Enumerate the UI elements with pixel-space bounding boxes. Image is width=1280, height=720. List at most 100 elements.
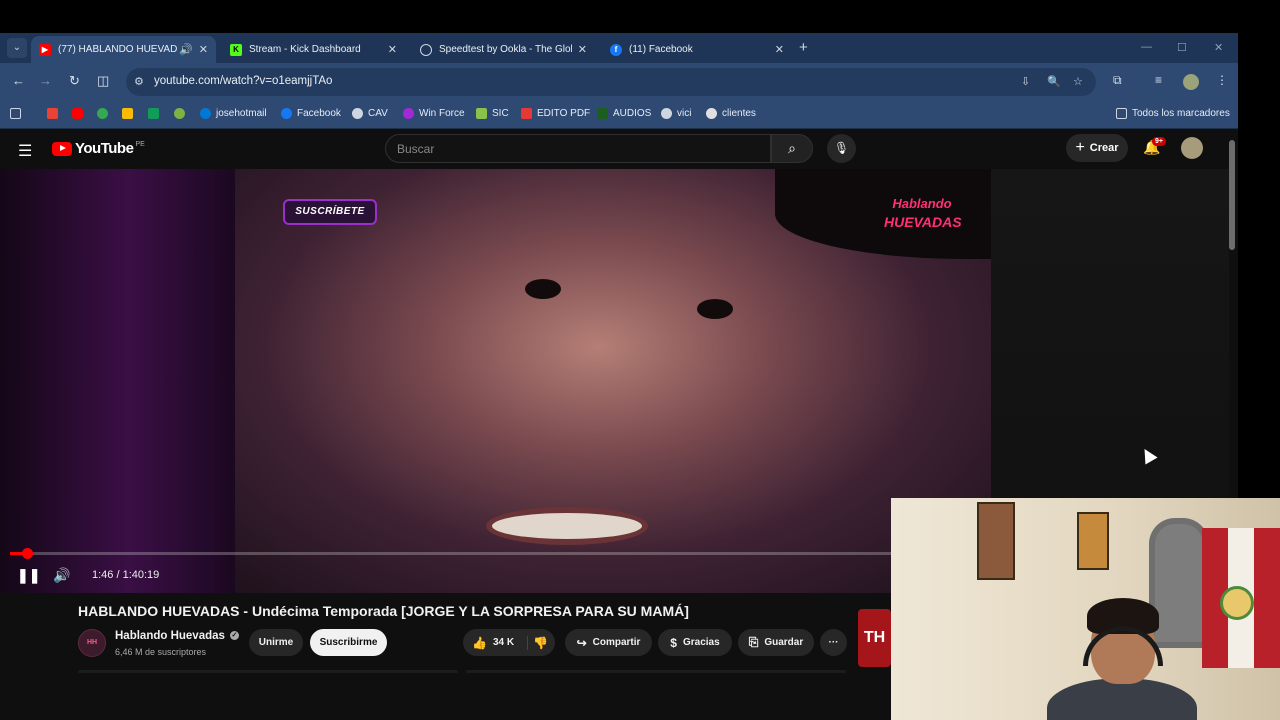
dislike-icon[interactable]: 👎 (533, 636, 548, 650)
close-tab-icon[interactable]: ✕ (199, 43, 208, 56)
search-box[interactable] (385, 134, 771, 163)
share-button[interactable]: ↪ Compartir (565, 629, 652, 656)
close-tab-icon[interactable]: ✕ (388, 43, 397, 56)
new-tab-icon[interactable]: + (799, 39, 808, 56)
extensions-icon[interactable]: ⧉ (1113, 73, 1122, 88)
check-icon[interactable] (174, 108, 185, 119)
bookmark-audios[interactable]: AUDIOS (597, 108, 651, 119)
subscriber-count: 6,46 M de suscriptores (115, 647, 207, 657)
video-right-eye (697, 299, 733, 319)
facebook-favicon-icon: f (610, 43, 622, 56)
video-left-panel (0, 169, 235, 593)
promo-thumbnail[interactable]: TH (858, 609, 891, 667)
tab-kick[interactable]: K Stream - Kick Dashboard ✕ (222, 36, 405, 63)
share-icon: ↪ (576, 635, 587, 650)
like-count[interactable]: 34 K (493, 637, 514, 648)
search-icon: ⌕ (788, 140, 796, 156)
pdf-icon (521, 108, 532, 119)
browser-menu-icon[interactable]: ⋮ (1216, 73, 1228, 87)
youtube-play-icon (52, 141, 72, 156)
join-button[interactable]: Unirme (249, 629, 303, 656)
video-player[interactable]: SUSCRÍBETE Hablando HUEVADAS ❚❚ 🔊 1:46 /… (0, 169, 991, 593)
youtube-bookmark-icon[interactable] (72, 108, 83, 119)
account-avatar[interactable] (1181, 137, 1203, 159)
bookmark-label: vici (677, 108, 692, 119)
youtube-logo[interactable]: YouTube PE (52, 140, 145, 157)
logo-text: YouTube (75, 140, 134, 157)
bookmark-star-icon[interactable]: ☆ (1073, 75, 1083, 88)
pause-icon[interactable]: ❚❚ (17, 567, 40, 584)
maximize-icon[interactable]: ☐ (1177, 41, 1187, 54)
forward-icon[interactable]: → (39, 73, 52, 88)
globe-icon (661, 108, 672, 119)
bookmark-edito-pdf[interactable]: EDITO PDF (521, 108, 590, 119)
search-input[interactable] (397, 142, 757, 156)
like-dislike-group: 👍 34 K 👎 (463, 629, 555, 656)
progress-scrubber[interactable] (22, 548, 33, 559)
bookmark-winforce[interactable]: Win Force (403, 108, 465, 119)
site-info-icon[interactable]: ⚙ (134, 75, 144, 88)
more-actions-button[interactable]: ··· (820, 629, 847, 656)
bookmark-cav[interactable]: CAV (352, 108, 388, 119)
url-text[interactable]: youtube.com/watch?v=o1eamjjTAo (154, 75, 332, 87)
close-window-icon[interactable]: ✕ (1214, 41, 1223, 54)
gmail-icon[interactable] (47, 108, 58, 119)
save-button[interactable]: ⎘ Guardar (738, 629, 814, 656)
tab-facebook[interactable]: f (11) Facebook ✕ (602, 36, 792, 63)
close-tab-icon[interactable]: ✕ (578, 43, 587, 56)
all-bookmarks[interactable]: Todos los marcadores (1116, 108, 1230, 119)
globe-icon (352, 108, 363, 119)
install-icon[interactable]: ⇩ (1021, 75, 1030, 88)
tab-speedtest[interactable]: Speedtest by Ookla - The Global ✕ (412, 36, 595, 63)
hamburger-menu-icon[interactable]: ☰ (18, 141, 32, 161)
bookmark-label: Facebook (297, 108, 341, 119)
tab-search-icon[interactable]: ⌄ (7, 38, 27, 58)
bookmark-label: EDITO PDF (537, 108, 591, 119)
sic-icon (476, 108, 487, 119)
bookmark-label: josehotmail (216, 108, 267, 119)
tab-youtube[interactable]: ▶ (77) HABLANDO HUEVADAS 🔊 ✕ (31, 36, 216, 63)
save-icon: ⎘ (748, 635, 759, 649)
voice-search-button[interactable]: 🎙 (827, 134, 856, 163)
video-left-eye (525, 279, 561, 299)
speaker-icon[interactable]: 🔊 (179, 43, 193, 56)
video-progress-bar[interactable] (10, 548, 980, 559)
photos-icon[interactable] (122, 108, 133, 119)
create-button[interactable]: + Crear (1066, 134, 1128, 162)
bookmark-facebook[interactable]: Facebook (281, 108, 341, 119)
bookmark-label: Todos los marcadores (1132, 108, 1230, 119)
whatsapp-icon (706, 108, 717, 119)
channel-avatar[interactable]: HH (78, 629, 106, 657)
maps-icon[interactable] (97, 108, 108, 119)
channel-name-link[interactable]: Hablando Huevadas ✓ (115, 630, 239, 642)
close-tab-icon[interactable]: ✕ (775, 43, 784, 56)
tab-title: (77) HABLANDO HUEVADAS (58, 44, 178, 55)
search-button[interactable]: ⌕ (771, 134, 813, 163)
join-label: Unirme (258, 637, 294, 648)
split-view-icon[interactable]: ◫ (97, 73, 109, 89)
video-mouth-shape (492, 513, 642, 539)
subscribe-label: Suscribirme (319, 637, 378, 648)
bookmark-clientes[interactable]: clientes (706, 108, 756, 119)
media-control-icon[interactable]: ≡ (1155, 73, 1162, 87)
bookmark-label: SIC (492, 108, 509, 119)
page-scrollbar[interactable] (1229, 140, 1235, 250)
bookmark-sic[interactable]: SIC (476, 108, 509, 119)
minimize-icon[interactable]: — (1141, 41, 1152, 53)
notification-badge: 9+ (1152, 137, 1166, 146)
bookmark-josehotmail[interactable]: josehotmail (200, 108, 267, 119)
like-icon[interactable]: 👍 (472, 636, 487, 650)
address-bar[interactable]: ⚙ youtube.com/watch?v=o1eamjjTAo ⇩ 🔍 ☆ (126, 68, 1096, 96)
volume-icon[interactable]: 🔊 (53, 567, 70, 584)
zoom-icon[interactable]: 🔍 (1047, 75, 1061, 88)
kick-favicon-icon: K (230, 43, 242, 56)
save-label: Guardar (764, 637, 804, 648)
reload-icon[interactable]: ↻ (69, 73, 80, 89)
subscribe-button[interactable]: Suscribirme (310, 629, 387, 656)
apps-grid-icon[interactable] (10, 108, 21, 119)
back-icon[interactable]: ← (12, 73, 25, 88)
thanks-button[interactable]: $ Gracias (658, 629, 732, 656)
bookmark-vici[interactable]: vici (661, 108, 691, 119)
profile-avatar[interactable] (1183, 74, 1199, 90)
sheets-icon[interactable] (148, 108, 159, 119)
